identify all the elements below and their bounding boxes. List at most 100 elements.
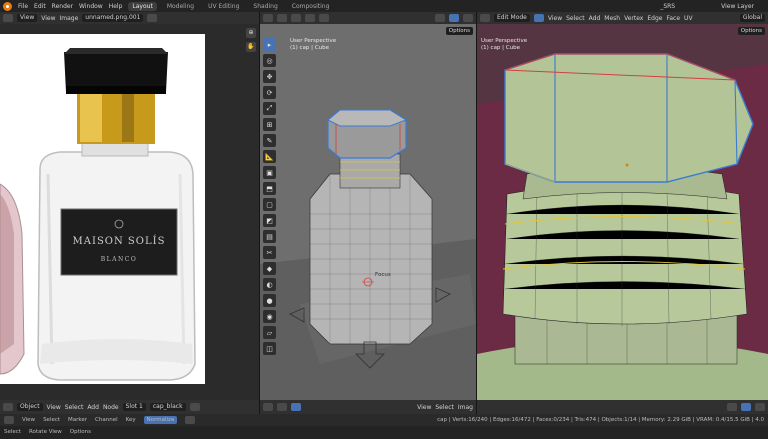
transform-icon[interactable] — [291, 14, 301, 22]
viewport-left: User Perspective (1) cap | Cube Focus Op… — [260, 12, 476, 400]
pan-hand-icon[interactable]: ✋ — [246, 42, 256, 52]
snap-icon[interactable] — [277, 403, 287, 411]
inset-icon[interactable]: ▢ — [263, 198, 276, 211]
only-selected-icon[interactable] — [741, 403, 751, 411]
tab-shading[interactable]: Shading — [249, 2, 281, 11]
tab-layout[interactable]: Layout — [128, 1, 157, 11]
menu-view[interactable]: View — [548, 15, 562, 22]
shading-solid-icon[interactable] — [463, 14, 473, 22]
editor-type-icon[interactable] — [3, 14, 13, 22]
select-box-icon[interactable]: ▸ — [263, 38, 276, 51]
stats-text: cap | Verts:16/240 | Edges:16/472 | Face… — [437, 417, 764, 423]
transform-orientation-dropdown[interactable]: Global — [739, 14, 765, 22]
tab-modeling[interactable]: Modeling — [163, 2, 198, 11]
view-options-icon[interactable] — [755, 403, 765, 411]
view-menu[interactable]: View — [41, 15, 55, 22]
mode-dropdown[interactable]: Edit Mode — [494, 14, 530, 22]
editor-type-icon[interactable] — [263, 403, 273, 411]
menu-view[interactable]: View — [22, 417, 35, 423]
extrude-icon[interactable]: ⬒ — [263, 182, 276, 195]
view-dropdown[interactable]: View — [17, 14, 38, 22]
editor-type-icon[interactable] — [3, 403, 13, 411]
tool-shelf: ▸ ◎ ✥ ⟳ ⤢ ⊞ ✎ 📐 ▣ ⬒ ▢ ◩ ▤ ✂ ◆ ◐ ● ◉ ▱ ◫ — [263, 38, 276, 355]
view-layer-selector[interactable]: View Layer — [721, 3, 754, 10]
focus-label: Focus — [375, 272, 391, 278]
pin-icon[interactable] — [189, 403, 200, 411]
menu-add[interactable]: Add — [87, 404, 99, 411]
measure-icon[interactable]: 📐 — [263, 150, 276, 163]
xray-icon[interactable] — [449, 14, 459, 22]
rip-icon[interactable]: ◫ — [263, 342, 276, 355]
select-mode-icon[interactable] — [291, 403, 301, 411]
bevel-icon[interactable]: ◩ — [263, 214, 276, 227]
menu-vertex[interactable]: Vertex — [624, 15, 643, 22]
transform-tool-icon[interactable]: ⊞ — [263, 118, 276, 131]
proportional-icon[interactable] — [319, 14, 329, 22]
shear-icon[interactable]: ▱ — [263, 326, 276, 339]
menu-render[interactable]: Render — [52, 3, 73, 10]
image-menu[interactable]: Image — [60, 15, 79, 22]
move-icon[interactable]: ✥ — [263, 70, 276, 83]
editor-type-icon[interactable] — [4, 416, 14, 424]
menu-select[interactable]: Select — [566, 15, 585, 22]
menu-select[interactable]: Select — [65, 404, 84, 411]
rotate-icon[interactable]: ⟳ — [263, 86, 276, 99]
tab-uv-editing[interactable]: UV Editing — [204, 2, 243, 11]
menu-face[interactable]: Face — [666, 15, 680, 22]
blender-logo-icon[interactable] — [3, 1, 12, 11]
menu-add[interactable]: Add — [589, 15, 601, 22]
timeline-header: View Select Marker Channel Key Normalize… — [0, 414, 768, 426]
zoom-icon[interactable]: ⊕ — [246, 28, 256, 38]
close-icon[interactable] — [147, 14, 158, 22]
material-field[interactable]: cap_black — [149, 403, 186, 411]
editor-type-icon[interactable] — [480, 14, 490, 22]
filter-icon[interactable] — [727, 403, 737, 411]
viewport-right-canvas[interactable]: User Perspective (1) cap | Cube Options — [477, 24, 768, 400]
menu-select[interactable]: Select — [435, 404, 454, 411]
menu-marker[interactable]: Marker — [68, 417, 87, 423]
overlay-icon[interactable] — [435, 14, 445, 22]
menu-uv[interactable]: UV — [684, 15, 693, 22]
smooth-icon[interactable]: ● — [263, 294, 276, 307]
poly-build-icon[interactable]: ◆ — [263, 262, 276, 275]
cursor-icon[interactable]: ◎ — [263, 54, 276, 67]
menu-select[interactable]: Select — [43, 417, 60, 423]
viewport-left-canvas[interactable]: User Perspective (1) cap | Cube Focus Op… — [260, 24, 476, 400]
image-name-field[interactable]: unnamed.png.001 — [82, 14, 144, 22]
viewport-options-button[interactable]: Options — [445, 27, 473, 35]
image-canvas[interactable]: MAISON SOLÍS BLANCO — [0, 34, 205, 384]
menu-mesh[interactable]: Mesh — [604, 15, 620, 22]
scene-selector[interactable]: _SRS — [660, 3, 675, 10]
knife-icon[interactable]: ✂ — [263, 246, 276, 259]
menu-window[interactable]: Window — [79, 3, 103, 10]
scale-icon[interactable]: ⤢ — [263, 102, 276, 115]
menu-image[interactable]: Imag — [458, 404, 473, 411]
slot-dropdown[interactable]: Slot 1 — [122, 403, 146, 411]
menu-view[interactable]: View — [47, 404, 61, 411]
menu-node[interactable]: Node — [103, 404, 119, 411]
spin-icon[interactable]: ◐ — [263, 278, 276, 291]
add-cube-icon[interactable]: ▣ — [263, 166, 276, 179]
object-mode-icon[interactable] — [277, 14, 287, 22]
tab-compositing[interactable]: Compositing — [288, 2, 334, 11]
menu-key[interactable]: Key — [126, 417, 136, 423]
menu-channel[interactable]: Channel — [95, 417, 118, 423]
editor-type-icon[interactable] — [263, 14, 273, 22]
menu-view[interactable]: View — [417, 404, 431, 411]
annotate-icon[interactable]: ✎ — [263, 134, 276, 147]
vertex-select-icon[interactable] — [533, 14, 544, 22]
normalize-icon[interactable] — [185, 416, 196, 424]
cap-mesh-closeup — [477, 24, 768, 400]
menu-help[interactable]: Help — [109, 3, 123, 10]
menu-edge[interactable]: Edge — [647, 15, 662, 22]
viewport-options-button[interactable]: Options — [737, 27, 765, 35]
menu-edit[interactable]: Edit — [34, 3, 46, 10]
normalize-toggle[interactable]: Normalize — [143, 416, 178, 424]
loop-cut-icon[interactable]: ▤ — [263, 230, 276, 243]
hint-select: Select — [4, 429, 21, 435]
menu-file[interactable]: File — [18, 3, 28, 10]
shrink-icon[interactable]: ◉ — [263, 310, 276, 323]
node-type-dropdown[interactable]: Object — [17, 403, 43, 411]
snap-icon[interactable] — [305, 14, 315, 22]
image-editor: View View Image unnamed.png.001 ⊕ ✋ MAIS… — [0, 12, 259, 400]
